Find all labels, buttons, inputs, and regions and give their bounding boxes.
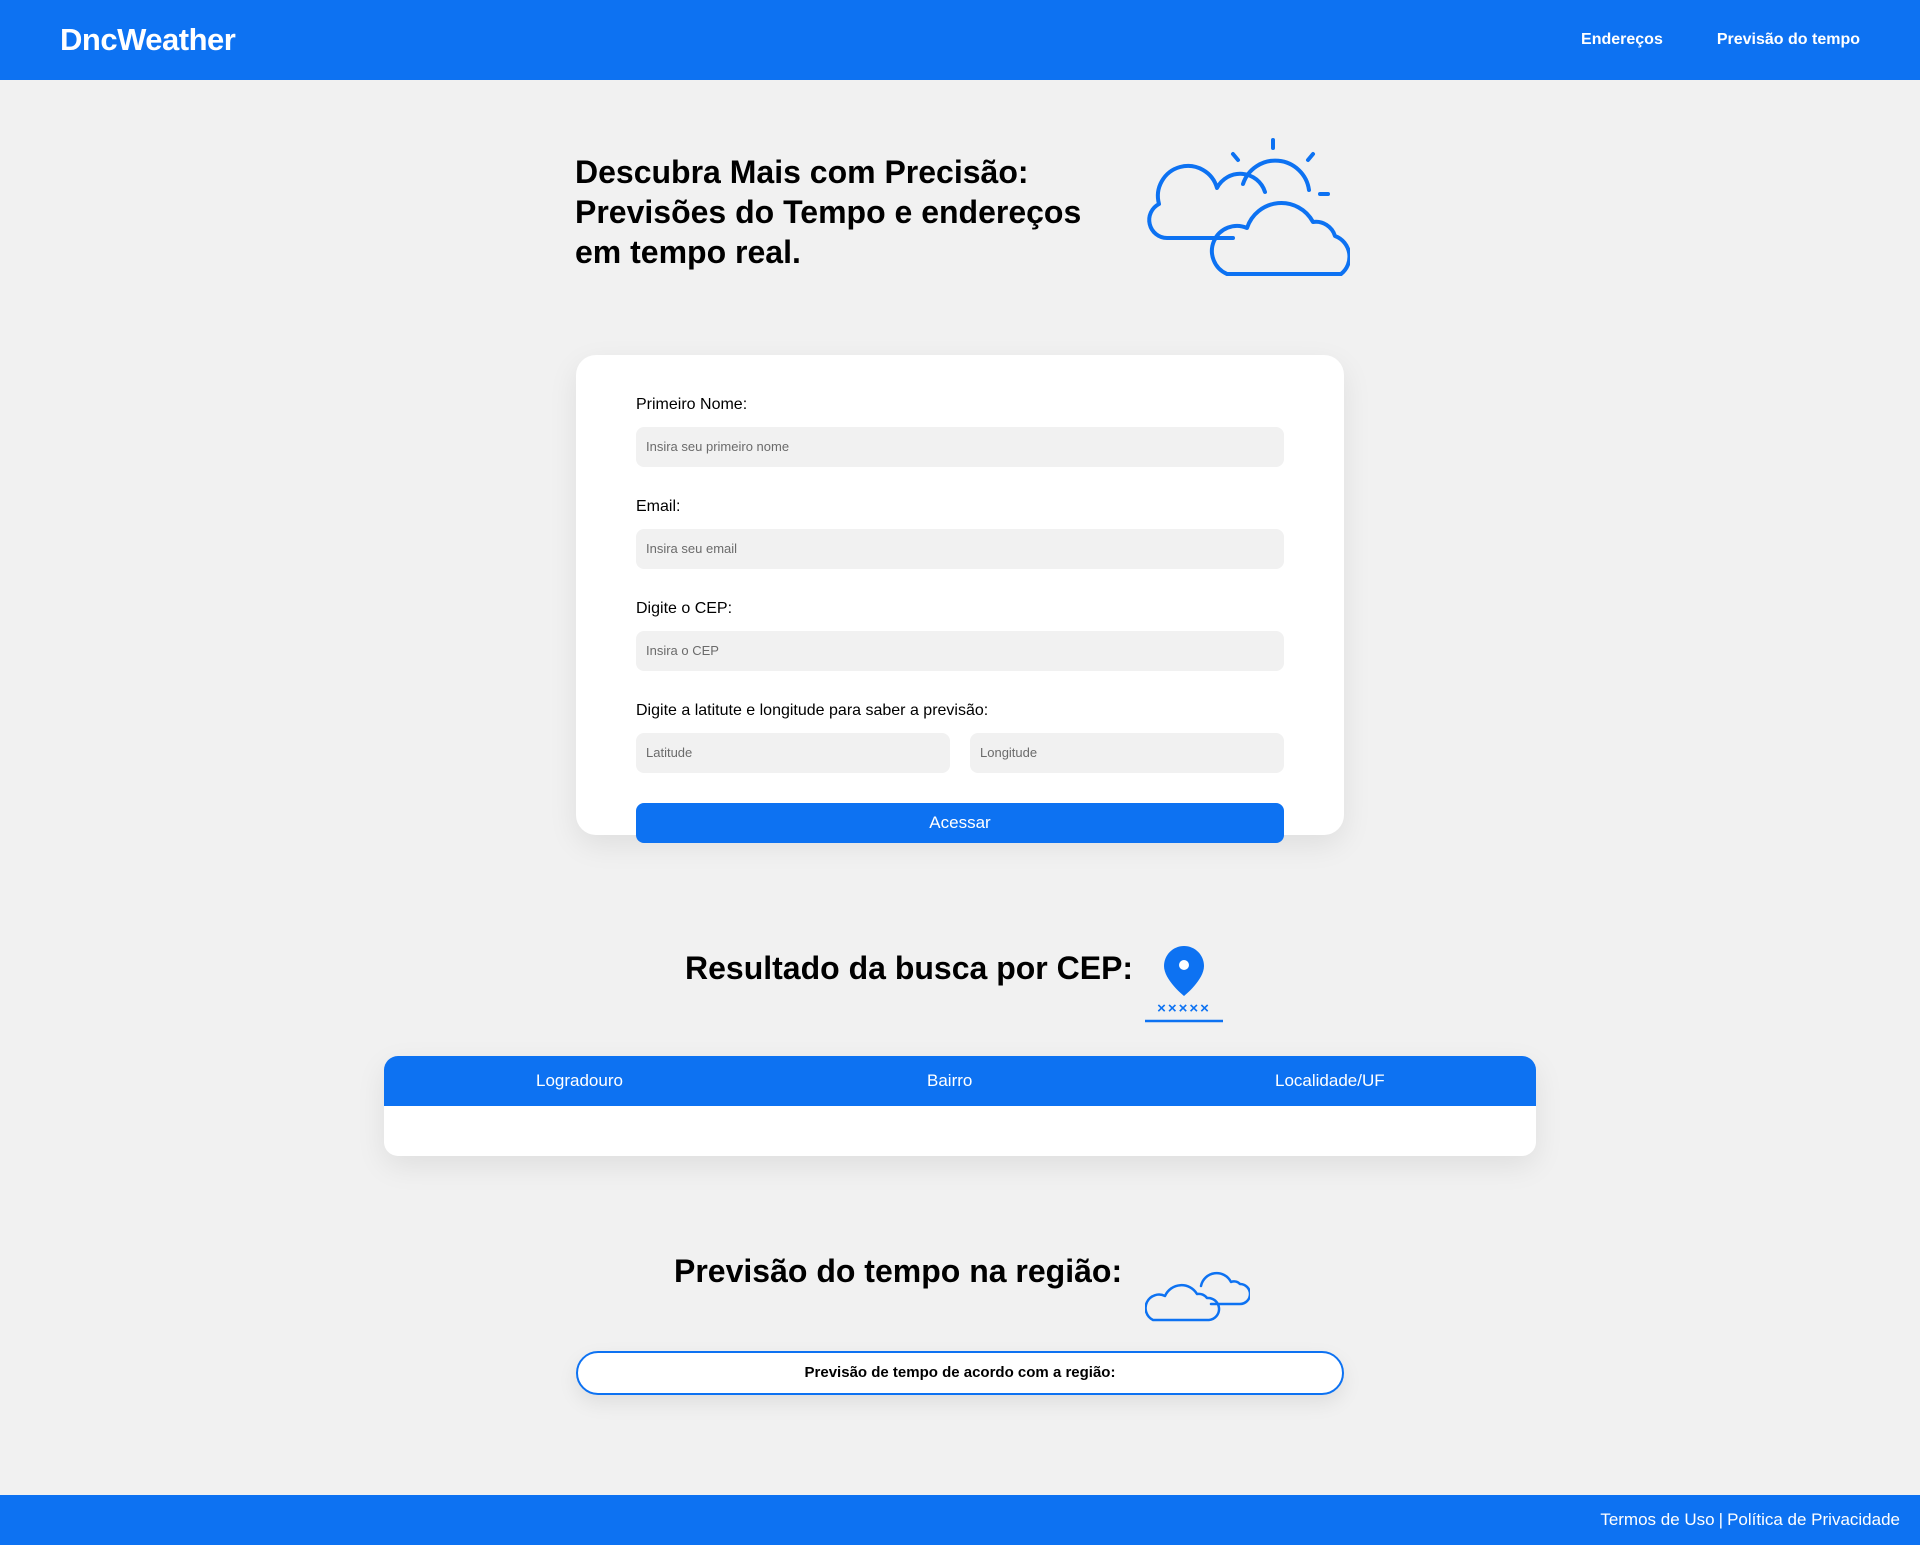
main-nav: Endereços Previsão do tempo — [1581, 31, 1860, 49]
terms-link[interactable]: Termos de Uso — [1600, 1510, 1714, 1530]
logo[interactable]: DncWeather — [60, 22, 236, 58]
email-input[interactable]: Insira seu email — [636, 529, 1284, 569]
cep-result-title: Resultado da busca por CEP: — [685, 950, 1134, 986]
search-form-card: Primeiro Nome: Insira seu primeiro nome … — [576, 355, 1344, 843]
cep-label: Digite o CEP: — [636, 600, 733, 617]
page-footer: Termos de Uso | Política de Privacidade — [0, 1495, 1920, 1545]
weather-title: Previsão do tempo na região: — [674, 1253, 1123, 1289]
first-name-input[interactable]: Insira seu primeiro nome — [636, 427, 1284, 467]
email-label: Email: — [636, 498, 681, 515]
nav-link-enderecos[interactable]: Endereços — [1581, 31, 1663, 49]
result-table-header: Logradouro Bairro Localidade/UF — [384, 1056, 1536, 1106]
top-header: DncWeather Endereços Previsão do tempo — [0, 0, 1920, 80]
privacy-link[interactable]: Política de Privacidade — [1727, 1510, 1900, 1530]
coords-label: Digite a latitute e longitude para saber… — [636, 702, 989, 719]
column-header-logradouro: Logradouro — [536, 1071, 623, 1090]
cep-result-table: Logradouro Bairro Localidade/UF — [384, 1056, 1536, 1156]
clouds-icon — [1145, 1271, 1250, 1322]
column-header-bairro: Bairro — [927, 1071, 973, 1090]
latitude-input[interactable]: Latitude — [636, 733, 950, 773]
footer-separator: | — [1718, 1510, 1724, 1529]
coords-row: Latitude Longitude — [636, 733, 1284, 773]
nav-link-previsao[interactable]: Previsão do tempo — [1717, 31, 1860, 49]
hero-title: Descubra Mais com Precisão: Previsões do… — [575, 154, 1082, 270]
map-pin-icon: ××××× — [1142, 944, 1226, 1024]
pin-icon-caption: ××××× — [1157, 1000, 1211, 1017]
first-name-label: Primeiro Nome: — [636, 396, 748, 413]
column-header-localidade: Localidade/UF — [1275, 1071, 1385, 1090]
sun-cloud-icon — [1147, 138, 1350, 276]
weather-forecast-box: Previsão de tempo de acordo com a região… — [576, 1351, 1344, 1395]
longitude-input[interactable]: Longitude — [970, 733, 1284, 773]
submit-button[interactable]: Acessar — [636, 803, 1284, 843]
cep-input[interactable]: Insira o CEP — [636, 631, 1284, 671]
